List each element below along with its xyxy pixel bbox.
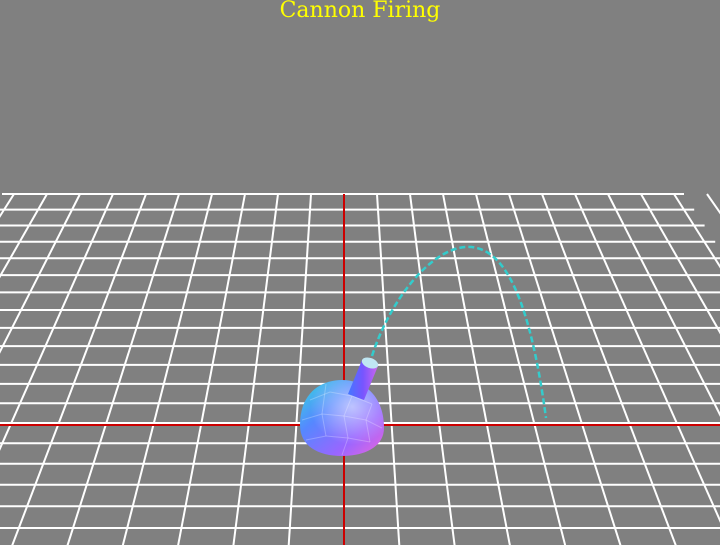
grid-column-line [11,193,147,545]
grid-column-line [574,193,720,523]
grid-column-line [442,193,511,545]
page-title: Cannon Firing [279,0,441,23]
grid-column-line [508,193,622,545]
grid-column-line [66,193,180,545]
grid-column-line [121,193,213,545]
grid-column-line [0,193,81,354]
grid-column-line [607,193,720,417]
grid-column-line [409,193,456,545]
grid-column-line [0,193,15,218]
grid-column-line [475,193,567,545]
projectile-trajectory [370,245,548,419]
cannon-base [300,380,384,456]
grid-column-line [177,193,246,545]
grid-column-line [232,193,279,545]
game-viewport[interactable] [0,0,720,545]
grid-column-line [706,193,720,215]
grid-column-line [0,193,48,279]
cannon[interactable] [300,355,384,456]
grid-column-line [287,193,312,545]
grid-column-line [541,193,677,545]
grid-column-line [376,193,401,545]
cannon-barrel [348,357,379,400]
